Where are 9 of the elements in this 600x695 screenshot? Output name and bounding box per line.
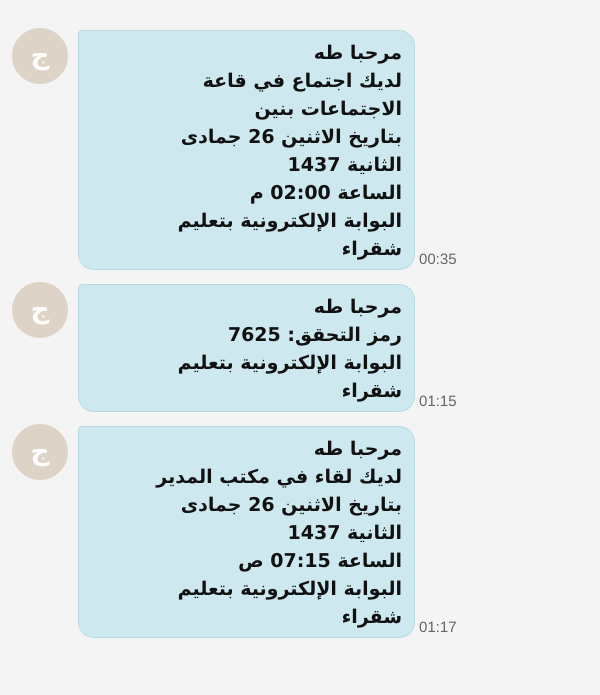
message-text: مرحبا طه لديك اجتماع في قاعة الاجتماعات بنين بتاريخ الاثنين 26 جمادى الثانية 1437 الساعة 02:00 م البوابة الإلكترونية بتعليم شقراء: [176, 41, 402, 262]
sender-avatar[interactable]: ج: [12, 282, 68, 338]
sender-avatar[interactable]: ج: [12, 28, 68, 84]
message-text: مرحبا طه لديك لقاء في مكتب المدير بتاريخ الاثنين 26 جمادى الثانية 1437 الساعة 07:15 ص البوابة الإلكترونية بتعليم شقراء: [154, 437, 402, 630]
message-time: 01:17: [419, 619, 457, 636]
message-time: 01:15: [419, 393, 457, 410]
sender-avatar[interactable]: ج: [12, 424, 68, 480]
message-text: مرحبا طه رمز التحقق: 7625 البوابة الإلكترونية بتعليم شقراء: [176, 295, 402, 404]
message-time: 00:35: [419, 251, 457, 268]
